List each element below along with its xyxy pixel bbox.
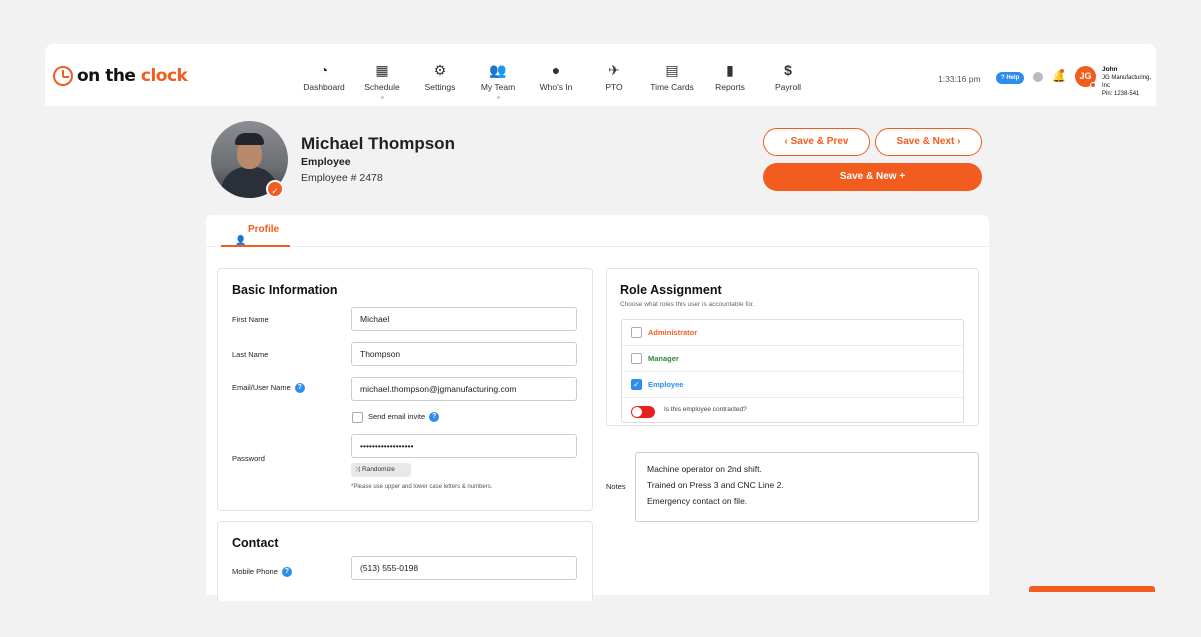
first-name-label: First Name bbox=[232, 315, 269, 324]
floating-action-edge[interactable] bbox=[1029, 586, 1155, 592]
edit-photo-icon[interactable]: ✓ bbox=[266, 180, 284, 198]
last-name-field[interactable]: Thompson bbox=[351, 342, 577, 366]
role-checkbox[interactable] bbox=[631, 327, 642, 338]
user-pin: Pin: 1238-541 bbox=[1102, 91, 1140, 97]
main-nav: ◔ Dashboard ▦ Schedule ⚙ Settings 👥 My T… bbox=[295, 62, 817, 99]
user-clock-icon: ● bbox=[551, 62, 561, 78]
status-indicator bbox=[1033, 72, 1043, 82]
role-employee[interactable]: ✓ Employee bbox=[622, 372, 963, 398]
role-label: Administrator bbox=[648, 328, 698, 337]
nav-label: My Team bbox=[480, 82, 516, 92]
save-prev-button[interactable]: ‹ Save & Prev bbox=[763, 128, 870, 156]
nav-label: Schedule bbox=[364, 82, 400, 92]
logo-text-1: on the bbox=[77, 66, 141, 86]
nav-label: Dashboard bbox=[303, 82, 345, 92]
password-hint: *Please use upper and lower case letters… bbox=[351, 484, 493, 490]
save-new-button[interactable]: Save & New + bbox=[763, 163, 982, 191]
tab-profile[interactable]: 👤 Profile bbox=[221, 215, 290, 247]
role-label: Manager bbox=[648, 354, 679, 363]
password-field[interactable]: •••••••••••••••••• bbox=[351, 434, 577, 458]
contracted-label: Is this employee contracted? bbox=[664, 406, 747, 413]
role-administrator[interactable]: Administrator bbox=[622, 320, 963, 346]
company-name: JG Manufacturing, Inc bbox=[1102, 75, 1152, 89]
role-label: Employee bbox=[648, 380, 684, 389]
section-title: Contact bbox=[232, 536, 279, 550]
clock-time: 1:33:16 pm bbox=[938, 74, 981, 84]
question-icon[interactable]: ? bbox=[429, 412, 440, 423]
contracted-row: Is this employee contracted? bbox=[622, 398, 963, 424]
nav-label: PTO bbox=[605, 82, 623, 92]
user-menu[interactable]: John JG Manufacturing, Inc Pin: 1238-541 bbox=[1102, 66, 1156, 98]
first-name-field[interactable]: Michael bbox=[351, 307, 577, 331]
question-icon[interactable]: ? bbox=[281, 567, 292, 578]
users-icon: 👥 bbox=[489, 62, 507, 78]
dollar-icon: $ bbox=[784, 62, 792, 78]
logo[interactable]: on the clock bbox=[53, 66, 188, 86]
notes-label: Notes bbox=[606, 482, 626, 491]
notes-textarea[interactable]: Machine operator on 2nd shift. Trained o… bbox=[635, 452, 979, 522]
role-subtitle: Choose what roles this user is accountab… bbox=[620, 301, 755, 308]
section-title: Basic Information bbox=[232, 283, 338, 297]
bar-chart-icon: ▮ bbox=[726, 62, 734, 78]
question-icon[interactable]: ? bbox=[294, 383, 305, 394]
tab-label: Profile bbox=[248, 224, 280, 235]
user-icon: 👤 bbox=[235, 235, 247, 245]
notes-line: Emergency contact on file. bbox=[647, 496, 748, 506]
notes-line: Trained on Press 3 and CNC Line 2. bbox=[647, 480, 784, 490]
nav-label: Payroll bbox=[775, 82, 801, 92]
nav-label: Who's In bbox=[539, 82, 573, 92]
logo-text-2: clock bbox=[140, 66, 188, 86]
nav-dashboard[interactable]: ◔ Dashboard bbox=[295, 62, 353, 99]
send-invite-checkbox[interactable] bbox=[352, 412, 363, 423]
save-next-button[interactable]: Save & Next › bbox=[875, 128, 982, 156]
calendar-icon: ▦ bbox=[375, 62, 389, 78]
avatar-status-badge bbox=[1090, 82, 1096, 88]
nav-whos-in[interactable]: ● Who's In bbox=[527, 62, 585, 99]
employee-role: Employee bbox=[301, 156, 351, 168]
nav-label: Settings bbox=[424, 82, 456, 92]
randomize-button[interactable]: ⤨ Randomize bbox=[351, 463, 411, 477]
role-list: Administrator Manager ✓ Employee Is this… bbox=[621, 319, 964, 423]
mobile-phone-field[interactable]: (513) 555-0198 bbox=[351, 556, 577, 580]
employee-number: Employee # 2478 bbox=[301, 172, 383, 184]
notification-badge bbox=[1060, 69, 1064, 73]
gauge-icon: ◔ bbox=[319, 62, 329, 78]
contracted-toggle[interactable] bbox=[631, 406, 655, 418]
email-field[interactable]: michael.thompson@jgmanufacturing.com bbox=[351, 377, 577, 401]
last-name-label: Last Name bbox=[232, 350, 269, 359]
top-navbar: on the clock ◔ Dashboard ▦ Schedule ⚙ Se… bbox=[45, 44, 1156, 106]
user-name: John bbox=[1102, 66, 1118, 73]
nav-schedule[interactable]: ▦ Schedule bbox=[353, 62, 411, 99]
role-checkbox[interactable] bbox=[631, 353, 642, 364]
help-button[interactable]: ? Help bbox=[996, 72, 1025, 84]
nav-my-team[interactable]: 👥 My Team bbox=[469, 62, 527, 99]
nav-label: Time Cards bbox=[650, 82, 694, 92]
nav-dot bbox=[380, 96, 384, 99]
section-title: Role Assignment bbox=[620, 283, 722, 297]
plane-icon: ✈ bbox=[608, 62, 620, 78]
gears-icon: ⚙ bbox=[433, 62, 447, 78]
tab-bar: 👤 Profile bbox=[206, 215, 989, 247]
send-invite-label: Send email invite bbox=[368, 412, 426, 421]
email-label: Email/User Name bbox=[232, 383, 291, 392]
nav-label: Reports bbox=[715, 82, 745, 92]
clock-icon bbox=[53, 66, 73, 86]
nav-time-cards[interactable]: ▤ Time Cards bbox=[643, 62, 701, 99]
calculator-icon: ▤ bbox=[665, 62, 679, 78]
notes-line: Machine operator on 2nd shift. bbox=[647, 464, 762, 474]
nav-reports[interactable]: ▮ Reports bbox=[701, 62, 759, 99]
mobile-phone-label: Mobile Phone bbox=[232, 567, 278, 576]
role-manager[interactable]: Manager bbox=[622, 346, 963, 372]
role-checkbox-checked[interactable]: ✓ bbox=[631, 379, 642, 390]
password-label: Password bbox=[232, 454, 265, 463]
employee-name: Michael Thompson bbox=[301, 134, 455, 153]
nav-pto[interactable]: ✈ PTO bbox=[585, 62, 643, 99]
nav-settings[interactable]: ⚙ Settings bbox=[411, 62, 469, 99]
nav-payroll[interactable]: $ Payroll bbox=[759, 62, 817, 99]
nav-dot bbox=[496, 96, 500, 99]
